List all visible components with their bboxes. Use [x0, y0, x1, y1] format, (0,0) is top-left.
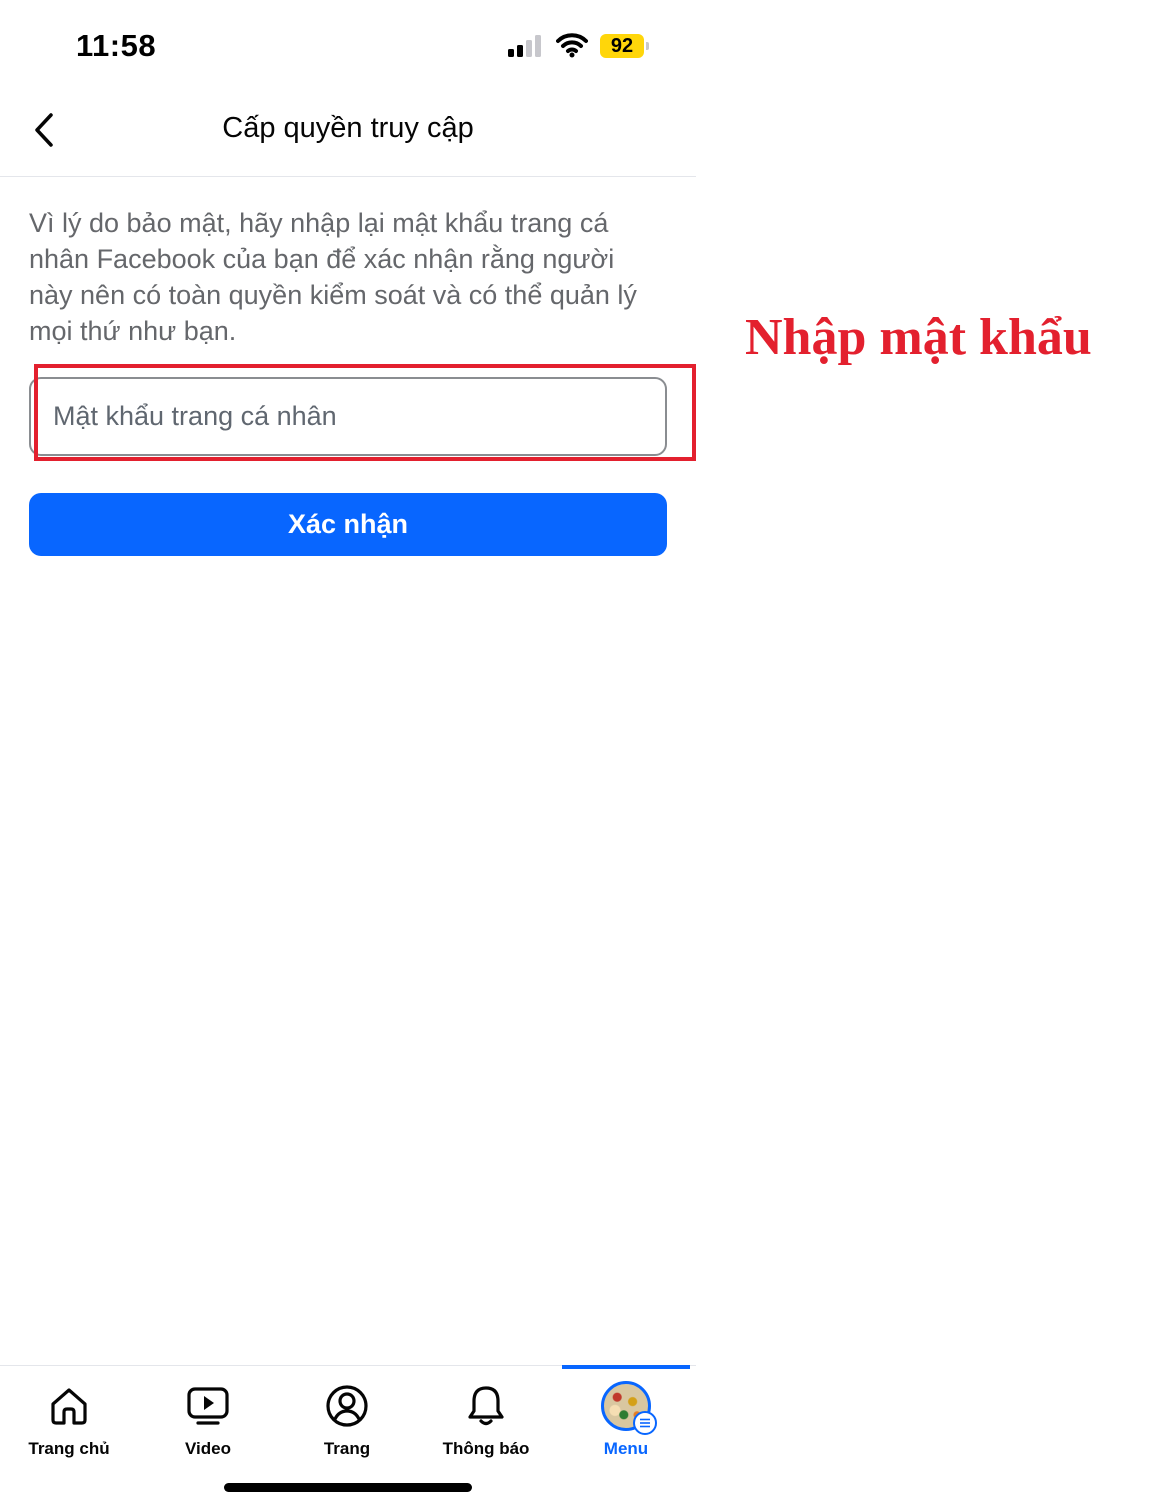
password-input[interactable]: [29, 377, 667, 456]
active-tab-indicator: [562, 1365, 690, 1369]
battery-icon: 92: [600, 34, 644, 58]
header-divider: [0, 176, 696, 177]
nav-label: Menu: [603, 1439, 649, 1458]
home-icon: [46, 1383, 92, 1429]
nav-label: Video: [185, 1439, 231, 1458]
status-time: 11:58: [76, 28, 157, 63]
nav-label: Thông báo: [442, 1439, 530, 1458]
annotation-text: Nhập mật khẩu: [745, 309, 1092, 366]
nav-label: Trang: [323, 1439, 371, 1458]
cellular-signal-icon: [508, 35, 541, 57]
bell-icon: [463, 1383, 509, 1429]
nav-item-profile[interactable]: Trang: [282, 1375, 412, 1467]
nav-item-home[interactable]: Trang chủ: [4, 1375, 134, 1467]
nav-item-notifications[interactable]: Thông báo: [421, 1375, 551, 1467]
security-description: Vì lý do bảo mật, hãy nhập lại mật khẩu …: [29, 208, 637, 346]
app-screen: 11:58 92 Cấp quyền truy cập Vì lý do bảo…: [0, 0, 696, 1506]
profile-icon: [324, 1383, 370, 1429]
home-indicator: [224, 1483, 472, 1492]
wifi-icon: [556, 33, 588, 58]
battery-cap: [646, 42, 649, 50]
menu-icon: [633, 1411, 657, 1435]
nav-label: Trang chủ: [28, 1439, 110, 1458]
page-title: Cấp quyền truy cập: [222, 112, 474, 144]
video-icon: [185, 1383, 231, 1429]
nav-item-menu[interactable]: Menu: [561, 1375, 691, 1467]
confirm-button[interactable]: Xác nhận: [29, 493, 667, 556]
nav-item-video[interactable]: Video: [143, 1375, 273, 1467]
